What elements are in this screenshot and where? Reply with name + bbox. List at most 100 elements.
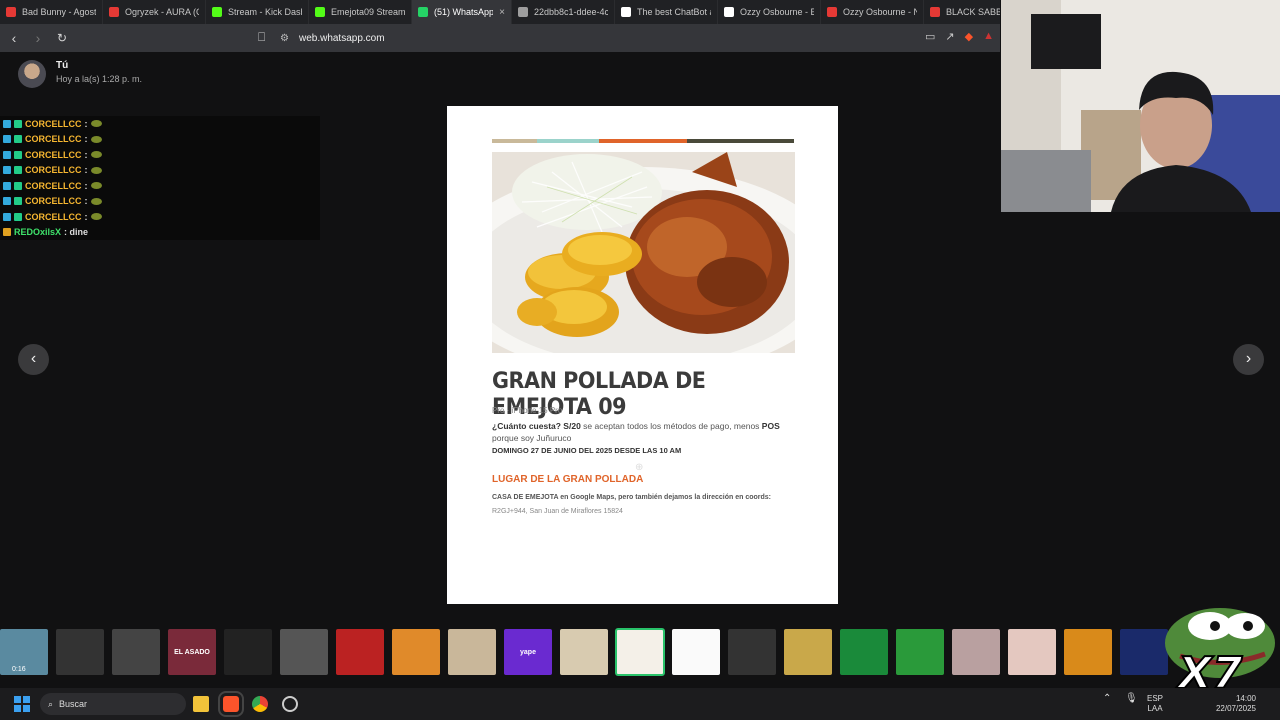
browser-tab[interactable]: Stream - Kick Dashb bbox=[206, 0, 309, 24]
chat-message: CORCELLCC: bbox=[0, 116, 320, 132]
media-thumbnail[interactable] bbox=[896, 629, 944, 675]
media-thumbnail[interactable] bbox=[560, 629, 608, 675]
badge-icon bbox=[14, 181, 22, 190]
previous-media-button[interactable]: ‹ bbox=[18, 344, 49, 375]
media-thumbnail[interactable]: 0:16 bbox=[0, 629, 48, 675]
media-thumbnail[interactable] bbox=[952, 629, 1000, 675]
media-thumbnail[interactable] bbox=[1064, 629, 1112, 675]
badge-icon bbox=[3, 150, 11, 159]
chevron-right-icon: › bbox=[1245, 350, 1252, 367]
tab-favicon-icon bbox=[724, 7, 734, 17]
browser-tab[interactable]: The best ChatBot ar bbox=[615, 0, 718, 24]
tab-title: BLACK SABB bbox=[946, 7, 1000, 17]
video-duration: 0:16 bbox=[12, 666, 26, 673]
browser-tab[interactable]: Emejota09 Stream bbox=[309, 0, 412, 24]
badge-icon bbox=[3, 166, 11, 175]
price-pos: POS bbox=[761, 421, 780, 431]
taskbar-search[interactable]: ⌕ Buscar bbox=[40, 693, 186, 715]
obs-icon[interactable] bbox=[282, 696, 298, 712]
media-thumbnail[interactable] bbox=[280, 629, 328, 675]
microphone-icon[interactable]: 🎙 bbox=[1125, 694, 1138, 704]
stripe-segment bbox=[599, 139, 687, 143]
chat-username[interactable]: CORCELLCC bbox=[25, 212, 82, 222]
file-explorer-icon[interactable] bbox=[193, 696, 209, 712]
start-tile bbox=[14, 696, 21, 703]
tab-title: Emejota09 Stream bbox=[331, 7, 405, 17]
stripe-segment bbox=[687, 139, 794, 143]
media-thumbnail[interactable] bbox=[392, 629, 440, 675]
media-thumbnail[interactable] bbox=[56, 629, 104, 675]
language-indicator[interactable]: ESP LAA bbox=[1147, 694, 1163, 714]
badge-icon bbox=[3, 135, 11, 144]
tray-expand-icon[interactable]: ⌃ bbox=[1103, 694, 1111, 704]
badge-icon bbox=[3, 228, 11, 237]
emote-icon bbox=[90, 197, 102, 205]
browser-tab[interactable]: Ozzy Osbourne - B bbox=[718, 0, 821, 24]
emote-icon bbox=[90, 120, 102, 128]
chat-message: CORCELLCC: bbox=[0, 178, 320, 194]
media-thumbnail[interactable] bbox=[840, 629, 888, 675]
media-thumbnail[interactable]: yape bbox=[504, 629, 552, 675]
media-thumbnail[interactable]: EL ASADO bbox=[168, 629, 216, 675]
media-thumbnail[interactable] bbox=[784, 629, 832, 675]
browser-tab[interactable]: Bad Bunny - Agosto bbox=[0, 0, 103, 24]
badge-icon bbox=[14, 166, 22, 175]
chat-message: CORCELLCC: bbox=[0, 194, 320, 210]
media-viewer-header: Tú Hoy a la(s) 1:28 p. m. bbox=[0, 52, 1000, 102]
location-description: CASA DE EMEJOTA en Google Maps, pero tam… bbox=[492, 494, 772, 501]
chrome-icon[interactable] bbox=[252, 696, 268, 712]
stream-chat-overlay: CORCELLCC: CORCELLCC: CORCELLCC: CORCELLCC:… bbox=[0, 116, 320, 240]
share-icon[interactable]: ↗ bbox=[945, 30, 954, 43]
browser-tab[interactable]: (51) WhatsApp × bbox=[412, 0, 512, 24]
badge-icon bbox=[3, 212, 11, 221]
chat-username[interactable]: CORCELLCC bbox=[25, 196, 82, 206]
zoom-cursor-icon: ⊕ bbox=[635, 462, 644, 473]
browser-tab[interactable]: BLACK SABB bbox=[924, 0, 1000, 24]
chat-username[interactable]: CORCELLCC bbox=[25, 165, 82, 175]
badge-icon bbox=[3, 197, 11, 206]
chat-message: CORCELLCC: bbox=[0, 163, 320, 179]
chat-username[interactable]: CORCELLCC bbox=[25, 119, 82, 129]
media-thumbnail[interactable] bbox=[336, 629, 384, 675]
media-thumbnail[interactable] bbox=[615, 628, 665, 676]
close-tab-icon[interactable]: × bbox=[499, 7, 505, 18]
brave-rewards-icon[interactable]: ▲ bbox=[983, 30, 994, 43]
brave-browser-icon[interactable] bbox=[218, 691, 244, 717]
media-thumbnail[interactable] bbox=[1008, 629, 1056, 675]
chat-username[interactable]: REDOxilsX bbox=[14, 227, 61, 237]
tab-title: 22dbb8c1-ddee-4c bbox=[534, 7, 608, 17]
media-thumbnail[interactable] bbox=[448, 629, 496, 675]
forward-icon[interactable]: › bbox=[28, 30, 48, 46]
browser-tab[interactable]: 22dbb8c1-ddee-4c bbox=[512, 0, 615, 24]
chat-username[interactable]: CORCELLCC bbox=[25, 134, 82, 144]
chat-text: : dine bbox=[64, 227, 89, 238]
next-media-button[interactable]: › bbox=[1233, 344, 1264, 375]
windows-taskbar: ⌕ Buscar ⌃ 🎙 ESP LAA 14:00 22/07/2025 bbox=[0, 688, 1280, 720]
media-thumbnail[interactable] bbox=[112, 629, 160, 675]
brave-shield-icon[interactable]: ◆ bbox=[965, 30, 973, 43]
color-stripe bbox=[492, 139, 794, 143]
chat-username[interactable]: CORCELLCC bbox=[25, 181, 82, 191]
site-info-icon[interactable]: ⚙ bbox=[280, 33, 289, 44]
windows-start-icon[interactable] bbox=[14, 696, 30, 712]
clock[interactable]: 14:00 22/07/2025 bbox=[1210, 694, 1256, 714]
price-detail: se aceptan todos los métodos de pago, me… bbox=[580, 421, 762, 431]
chat-message: CORCELLCC: bbox=[0, 147, 320, 163]
media-thumbnail[interactable] bbox=[672, 629, 720, 675]
url-field[interactable]: ⚙ web.whatsapp.com bbox=[280, 28, 1000, 48]
chat-username[interactable]: CORCELLCC bbox=[25, 150, 82, 160]
bookmark-icon[interactable]: ⎕ bbox=[258, 30, 265, 45]
badge-icon bbox=[14, 212, 22, 221]
cast-icon[interactable]: ▭ bbox=[925, 30, 935, 43]
browser-tab[interactable]: Ogryzek - AURA (O bbox=[103, 0, 206, 24]
browser-tab[interactable]: Ozzy Osbourne - N bbox=[821, 0, 924, 24]
media-thumbnail[interactable] bbox=[224, 629, 272, 675]
emote-icon bbox=[90, 182, 102, 190]
reload-icon[interactable]: ↻ bbox=[52, 31, 72, 45]
avatar[interactable] bbox=[18, 60, 46, 88]
media-thumbnail[interactable] bbox=[728, 629, 776, 675]
message-timestamp: Hoy a la(s) 1:28 p. m. bbox=[56, 74, 143, 84]
back-icon[interactable]: ‹ bbox=[4, 30, 24, 46]
tab-favicon-icon bbox=[109, 7, 119, 17]
chat-text: : bbox=[84, 196, 88, 207]
